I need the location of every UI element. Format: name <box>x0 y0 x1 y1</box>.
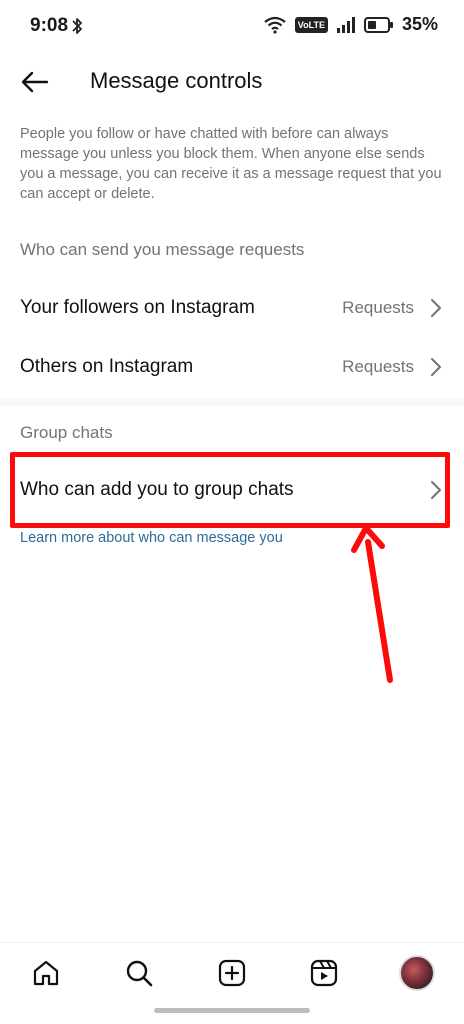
annotation-arrow <box>351 525 393 683</box>
status-bar: 9:08 VoLTE 35% <box>0 0 464 52</box>
bottom-nav <box>0 942 464 1000</box>
bluetooth-icon <box>72 18 82 34</box>
header: Message controls <box>0 56 464 108</box>
nav-search[interactable] <box>119 953 159 993</box>
nav-reels[interactable] <box>304 953 344 993</box>
row-who-can-add-you-to-group-chats[interactable]: Who can add you to group chats <box>0 461 464 519</box>
nav-home[interactable] <box>26 953 66 993</box>
chevron-right-icon <box>431 358 441 376</box>
page-title: Message controls <box>90 68 263 93</box>
section-label-group-chats: Group chats <box>20 423 113 442</box>
row-label: Who can add you to group chats <box>20 479 294 500</box>
row-value: Requests <box>342 357 414 376</box>
profile-avatar <box>399 955 435 991</box>
status-icons: VoLTE 35% <box>263 14 438 35</box>
create-icon <box>218 959 246 987</box>
status-time: 9:08 <box>30 15 69 36</box>
section-label-message-requests: Who can send you message requests <box>20 240 305 259</box>
battery-percent: 35% <box>401 14 438 34</box>
reels-icon <box>310 959 338 987</box>
section-divider <box>0 398 464 406</box>
home-indicator <box>154 1008 310 1013</box>
row-value: Requests <box>342 298 414 317</box>
row-label: Others on Instagram <box>20 356 194 377</box>
description-text: People you follow or have chatted with b… <box>20 126 442 202</box>
row-followers-on-instagram[interactable]: Your followers on Instagram Requests <box>0 279 464 337</box>
chevron-right-icon <box>431 299 441 317</box>
signal-icon <box>336 16 355 33</box>
nav-profile[interactable] <box>397 953 437 993</box>
row-others-on-instagram[interactable]: Others on Instagram Requests <box>0 338 464 396</box>
arrow-left-icon <box>21 71 49 93</box>
back-button[interactable] <box>14 66 54 98</box>
wifi-icon <box>264 16 286 34</box>
learn-more-link[interactable]: Learn more about who can message you <box>20 530 283 546</box>
search-icon <box>126 960 153 987</box>
volte-badge: VoLTE <box>294 16 328 33</box>
row-label: Your followers on Instagram <box>20 297 255 318</box>
nav-create[interactable] <box>212 953 252 993</box>
chevron-right-icon <box>431 481 441 499</box>
battery-icon <box>363 16 393 33</box>
home-icon <box>33 960 59 986</box>
